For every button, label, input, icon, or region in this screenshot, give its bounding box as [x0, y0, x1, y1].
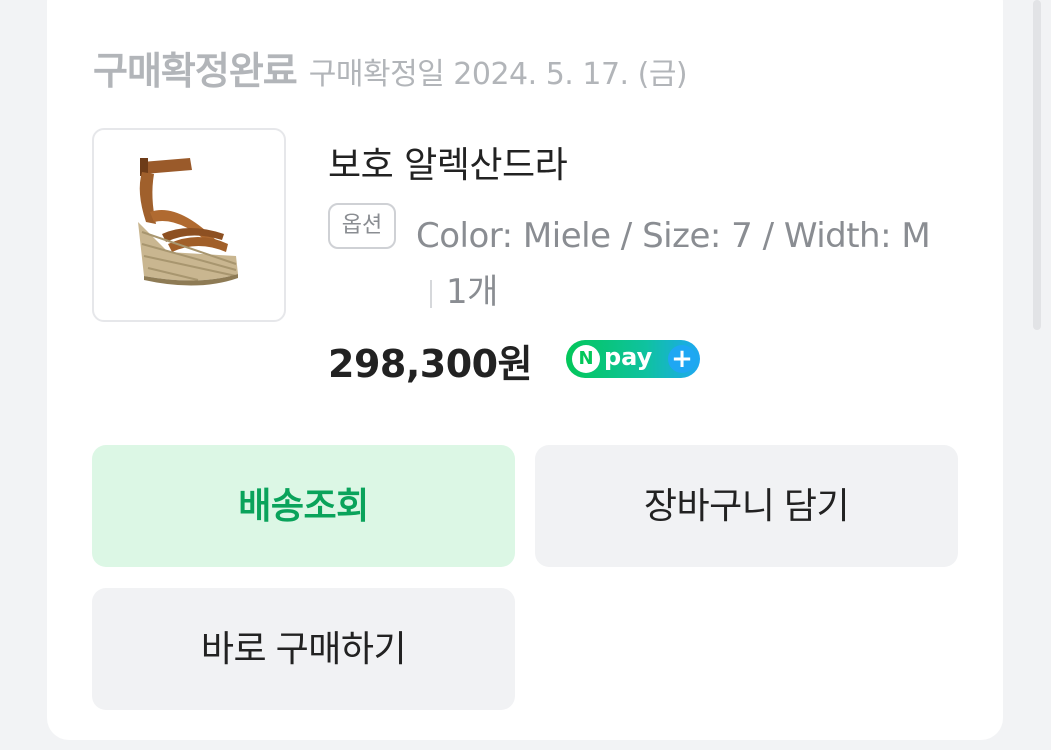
buy-now-button[interactable]: 바로 구매하기	[92, 588, 515, 710]
order-status-row: 구매확정완료 구매확정일 2024. 5. 17. (금)	[93, 40, 688, 95]
npay-n-icon: N	[572, 345, 600, 373]
product-name[interactable]: 보호 알렉산드라	[328, 136, 568, 188]
option-badge: 옵션	[328, 203, 396, 249]
product-thumbnail[interactable]	[92, 128, 286, 322]
scrollbar[interactable]	[1033, 0, 1041, 330]
product-price: 298,300원	[328, 342, 533, 386]
divider	[430, 279, 432, 308]
option-value: Color: Miele / Size: 7 / Width: M	[416, 216, 931, 256]
confirm-date: 구매확정일 2024. 5. 17. (금)	[308, 57, 688, 92]
add-to-cart-button[interactable]: 장바구니 담기	[535, 445, 958, 567]
option-details: Color: Miele / Size: 7 / Width: M 1개	[416, 208, 946, 320]
track-delivery-button[interactable]: 배송조회	[92, 445, 515, 567]
quantity: 1개	[446, 272, 498, 312]
order-status: 구매확정완료	[93, 49, 298, 93]
npay-label: pay	[604, 343, 653, 371]
plus-icon: +	[668, 345, 696, 373]
wedge-sandal-image	[138, 158, 238, 286]
npay-plus-badge: N pay +	[566, 340, 700, 378]
